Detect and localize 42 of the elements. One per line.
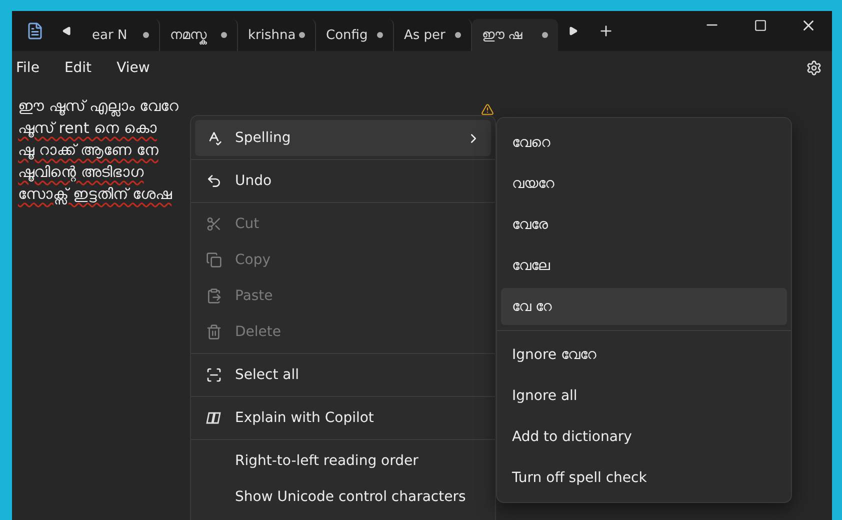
spelling-action-item[interactable]: Ignore വേറേ [501, 336, 787, 373]
trash-icon [206, 324, 222, 340]
copilot-icon [206, 410, 222, 426]
warning-icon [481, 103, 494, 116]
text-line: സോക്സ് ഇട്ടതിന് ശേഷ [18, 184, 172, 205]
context-menu-item[interactable]: Undo [195, 163, 491, 199]
tab[interactable]: ഈ ഷ [472, 19, 558, 51]
scissors-icon [206, 216, 222, 232]
scroll-left-icon[interactable] [62, 26, 72, 36]
suggestion-item[interactable]: വേലേ [501, 247, 787, 284]
new-tab-icon[interactable] [598, 23, 614, 39]
menu-item[interactable]: File [16, 60, 50, 76]
notepad-icon [26, 22, 44, 40]
menu-item[interactable]: View [116, 60, 161, 76]
suggestion-item[interactable]: വേറെ [501, 124, 787, 161]
select-all-icon [206, 367, 222, 383]
suggestion-item[interactable]: വയറേ [501, 165, 787, 202]
maximize-icon[interactable] [754, 18, 766, 32]
text-line: ഷൂസ് rent നെ കൊ [18, 118, 157, 139]
tab[interactable]: നമസ്ക [160, 19, 238, 51]
copy-icon [206, 252, 222, 268]
spelling-action-item[interactable]: Turn off spell check [501, 459, 787, 496]
tab[interactable]: ear N [82, 19, 160, 51]
context-menu-item[interactable]: Show Unicode control characters [195, 479, 491, 515]
context-menu-item[interactable]: Explain with Copilot [195, 400, 491, 436]
tab[interactable]: krishna [238, 19, 316, 51]
scroll-right-icon[interactable] [568, 26, 578, 36]
spelling-action-item[interactable]: Ignore all [501, 377, 787, 414]
context-menu-item[interactable]: Spelling [195, 120, 491, 156]
text-line: ഷൂവിന്റെ അടിഭാഗ [18, 162, 144, 183]
context-menu-item[interactable]: Right-to-left reading order [195, 443, 491, 479]
text-line: ഷൂ റാക്ക് ആണേ നേ [18, 140, 158, 161]
undo-icon [206, 173, 222, 189]
clipboard-icon [206, 288, 222, 304]
menu-item[interactable]: Edit [64, 60, 103, 76]
context-menu-item[interactable]: Select all [195, 357, 491, 393]
settings-icon[interactable] [806, 60, 822, 76]
spelling-action-item[interactable]: Add to dictionary [501, 418, 787, 455]
tab[interactable]: Config [316, 19, 394, 51]
suggestion-item[interactable]: വേരേ [501, 206, 787, 243]
suggestion-item[interactable]: വേ റേ [501, 288, 787, 325]
text-line: ഈ ഷൂസ് എല്ലാം വേറേ [18, 96, 178, 117]
